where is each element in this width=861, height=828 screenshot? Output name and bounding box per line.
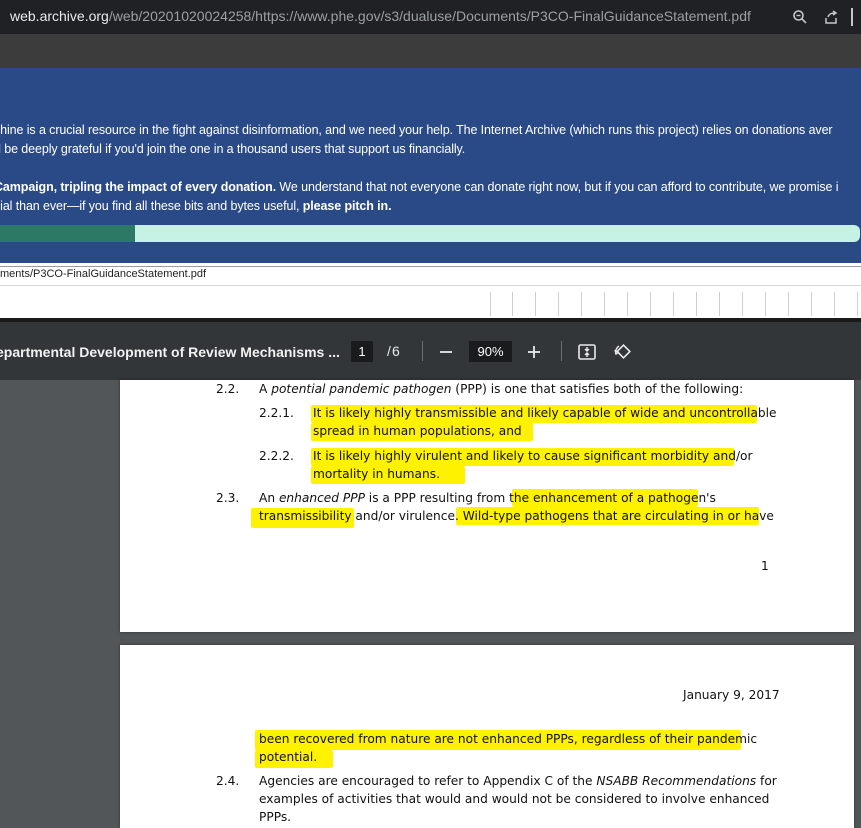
browser-toolbar-strip [0,34,861,69]
text-run: for [756,774,777,788]
text-run: A [259,382,272,396]
section-number: 2.2. [216,382,240,396]
zoom-search-icon[interactable] [791,8,809,26]
section-2-3-text: An enhanced PPP is a PPP resulting from … [259,491,716,505]
section-number: 2.2.1. [259,406,294,420]
section-2-2-text: A potential pandemic pathogen (PPP) is o… [259,382,743,396]
pitch-in-link[interactable]: please pitch in. [303,199,392,213]
toolbar-divider [422,341,423,361]
document-date: January 9, 2017 [683,688,780,702]
text-line: It is likely highly virulent and likely … [313,449,753,463]
share-icon[interactable] [822,8,840,26]
text-run: (PPP) is one that satisfies both of the … [451,382,744,396]
banner-line-1: chine is a crucial resource in the fight… [0,123,833,137]
text-run: Agencies are encouraged to refer to Appe… [259,774,597,788]
rotate-icon[interactable] [611,340,635,364]
section-number: 2.3. [216,491,240,505]
italic-term: potential pandemic pathogen [271,382,452,396]
text-line: PPPs. [259,810,292,824]
wayback-url[interactable]: ments/P3CO-FinalGuidanceStatement.pdf [0,268,206,280]
pdf-document-title: epartmental Development of Review Mechan… [0,344,340,360]
donation-progress-fill [0,225,135,242]
text-line: potential. [259,750,318,764]
toolbar-edge [851,8,853,26]
page-number: 1 [761,559,769,573]
url-path: /web/20201020024258/https://www.phe.gov/… [108,8,751,24]
page-number-input[interactable]: 1 [351,341,373,362]
text-line: examples of activities that would and wo… [259,792,770,806]
banner-line-2: d be deeply grateful if you'd join the o… [0,142,466,156]
banner-line-4: cial than ever—if you find all these bit… [0,199,392,213]
text-line: mortality in humans. [313,467,440,481]
text-run: An [259,491,279,505]
zoom-level-input[interactable]: 90% [469,341,512,362]
zoom-out-icon[interactable] [434,340,458,364]
banner-line-3-rest: We understand that not everyone can dona… [276,180,839,194]
wayback-timeline[interactable] [490,292,861,316]
text-line: been recovered from nature are not enhan… [259,732,758,746]
page-separator: / [387,343,391,359]
zoom-in-icon[interactable] [522,340,546,364]
banner-line-3: Campaign, tripling the impact of every d… [0,180,839,194]
text-line: transmissibility and/or virulence. Wild-… [259,509,774,523]
italic-term: NSABB Recommendations [596,774,757,788]
url-text[interactable]: web.archive.org/web/20201020024258/https… [10,8,751,24]
text-line: It is likely highly transmissible and li… [313,406,777,420]
banner-line-4-start: cial than ever—if you find all these bit… [0,199,303,213]
toolbar-divider [561,341,562,361]
text-run: is a PPP resulting from the enhancement … [364,491,716,505]
fit-to-page-icon[interactable] [575,340,599,364]
total-pages: 6 [392,343,400,359]
italic-term: enhanced PPP [278,491,365,505]
banner-line-3-bold: Campaign, tripling the impact of every d… [0,180,277,194]
section-number: 2.4. [216,774,240,788]
text-line: spread in human populations, and [313,424,522,438]
url-domain: web.archive.org [10,8,109,24]
section-number: 2.2.2. [259,449,294,463]
section-2-4-text: Agencies are encouraged to refer to Appe… [259,774,777,788]
